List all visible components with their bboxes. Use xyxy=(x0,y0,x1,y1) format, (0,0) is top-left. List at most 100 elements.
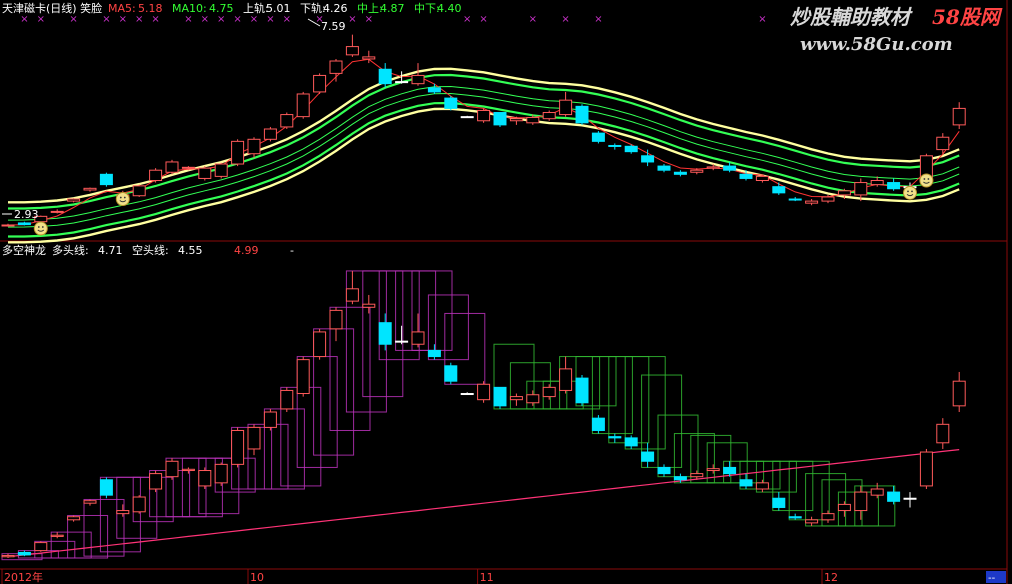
signal-markers: × × × × × × × × × × × × × × × × × × × × × × × xyxy=(20,14,934,236)
bottom-candle xyxy=(50,534,64,537)
smiley-face xyxy=(33,221,48,236)
top-candle xyxy=(723,165,737,171)
top-candle xyxy=(198,167,212,179)
top-candle xyxy=(395,81,409,84)
bottom-candle xyxy=(591,417,605,431)
x-axis-label: 2012年 xyxy=(4,570,43,584)
bottom-indicator-value: 4.71 xyxy=(98,244,123,257)
signal-marker: × xyxy=(20,14,28,25)
top-candle xyxy=(706,166,720,169)
top-candle xyxy=(509,118,523,122)
long-line xyxy=(7,449,960,558)
top-candle xyxy=(83,187,97,191)
smiley-eye xyxy=(37,226,40,228)
bottom-indicator-value: - xyxy=(290,244,294,257)
signal-marker: × xyxy=(37,14,45,25)
x-axis-label: 10 xyxy=(250,571,264,584)
bottom-candle xyxy=(657,466,671,475)
top-candle xyxy=(591,132,605,142)
top-indicator-label: 上轨: xyxy=(243,1,269,15)
signal-marker: × xyxy=(135,14,143,25)
top-candle xyxy=(444,97,458,109)
top-candle xyxy=(772,186,786,194)
top-candle xyxy=(821,196,835,202)
stock-chart: × × × × × × × × × × × × × × × × × × × × × × × 天津磁卡(日线) 笑脸 MA5: 5… xyxy=(0,0,1008,584)
bottom-candle xyxy=(526,394,540,404)
bottom-candle xyxy=(378,322,392,345)
bottom-candle xyxy=(165,460,179,478)
signal-marker: × xyxy=(266,14,274,25)
bottom-candle xyxy=(116,510,130,515)
top-indicator-value: 4.40 xyxy=(437,2,462,15)
smiley-face xyxy=(919,173,934,188)
top-candle xyxy=(952,107,966,126)
bottom-candle xyxy=(181,468,195,472)
signal-marker: × xyxy=(348,14,356,25)
top-candle xyxy=(624,145,638,153)
bottom-candles xyxy=(1,270,966,558)
top-candle xyxy=(559,99,573,116)
smiley-eye xyxy=(119,196,122,199)
bottom-candle xyxy=(247,426,261,450)
top-candle xyxy=(329,60,343,74)
top-candles xyxy=(1,34,966,227)
bottom-candle xyxy=(854,491,868,512)
signal-marker: × xyxy=(69,14,77,25)
top-candle xyxy=(641,155,655,163)
top-candle xyxy=(575,105,589,124)
corner-label: -- xyxy=(988,573,996,584)
top-indicator-label: 中下: xyxy=(414,2,440,15)
bottom-candle xyxy=(821,513,835,521)
top-candle xyxy=(165,161,179,173)
top-indicator-value: 4.75 xyxy=(209,2,234,15)
signal-marker: × xyxy=(102,14,110,25)
smiley-eye xyxy=(923,178,926,180)
signal-marker: × xyxy=(233,14,241,25)
bottom-candle xyxy=(231,429,245,465)
low-price-label: 2.93 xyxy=(14,208,39,221)
bottom-candle xyxy=(673,476,687,481)
top-indicator-label: 中上: xyxy=(357,2,383,15)
bottom-candle xyxy=(837,503,851,512)
watermark-title: 炒股輔助教材 xyxy=(790,5,913,29)
top-indicator-value: 5.01 xyxy=(266,2,291,15)
top-candle xyxy=(788,198,802,201)
smiley-icon xyxy=(919,173,934,188)
top-candle xyxy=(755,175,769,182)
smiley-icon xyxy=(903,185,917,200)
top-indicator-value: 4.26 xyxy=(323,2,348,15)
bear-box xyxy=(608,356,650,444)
top-candle xyxy=(247,138,261,155)
bottom-candle xyxy=(919,451,933,487)
bear-box xyxy=(624,356,666,450)
top-candle xyxy=(263,128,277,140)
signal-marker: × xyxy=(217,14,225,25)
bottom-candle xyxy=(149,473,163,490)
bottom-candle xyxy=(395,340,409,343)
bottom-candle xyxy=(214,463,228,484)
signal-marker: × xyxy=(283,14,291,25)
top-candle xyxy=(132,185,146,197)
bottom-candle xyxy=(362,303,376,308)
bottom-candle xyxy=(427,349,441,358)
top-candle xyxy=(313,74,327,93)
top-candle xyxy=(231,140,245,165)
top-candle xyxy=(837,190,851,196)
ma5-line xyxy=(7,58,960,226)
bottom-candle xyxy=(755,482,769,490)
top-candle xyxy=(50,210,64,213)
bottom-panel-title: 多空神龙 xyxy=(2,243,46,257)
signal-marker: × xyxy=(529,14,537,25)
bottom-candle xyxy=(99,479,113,496)
top-indicator-label: 下轨: xyxy=(300,1,326,15)
x-axis-label: 12 xyxy=(824,571,838,584)
bottom-candle xyxy=(641,451,655,462)
smiley-eye xyxy=(41,226,44,228)
top-candle xyxy=(280,114,294,128)
top-candle xyxy=(870,180,884,186)
top-candle xyxy=(460,116,474,119)
smiley-eye xyxy=(907,190,909,193)
top-candle xyxy=(149,169,163,181)
smiley-eye xyxy=(911,190,913,193)
bottom-candle xyxy=(723,466,737,475)
